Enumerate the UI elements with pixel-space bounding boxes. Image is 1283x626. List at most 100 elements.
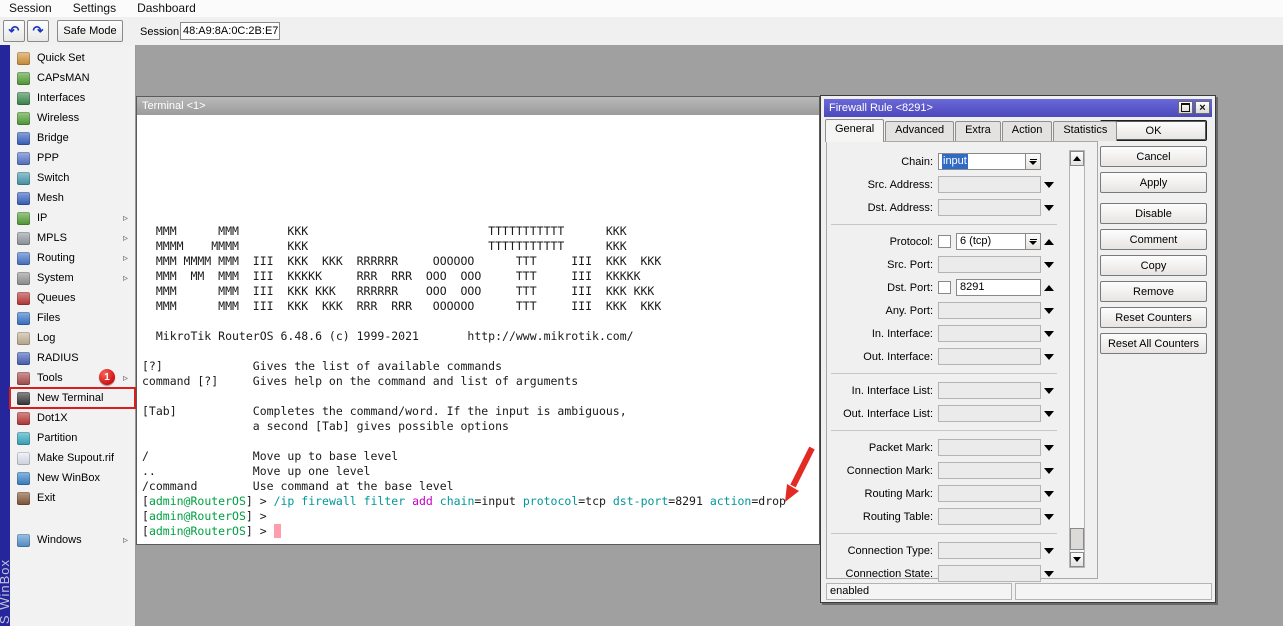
in-interface-field[interactable] <box>938 325 1041 342</box>
sidebar-item-wireless[interactable]: Wireless <box>10 108 135 128</box>
sidebar-item-bridge[interactable]: Bridge <box>10 128 135 148</box>
in-interface-list-field[interactable] <box>938 382 1041 399</box>
terminal-line <box>142 164 819 179</box>
sidebar-item-quick-set[interactable]: Quick Set <box>10 48 135 68</box>
connection-type-down-arrow-icon[interactable] <box>1041 548 1057 554</box>
dst-address-field[interactable] <box>938 199 1041 216</box>
tab-action[interactable]: Action <box>1002 121 1053 141</box>
safe-mode-button[interactable]: Safe Mode <box>57 20 123 42</box>
dst-address-down-arrow-icon[interactable] <box>1041 205 1057 211</box>
dst-port-checkbox[interactable] <box>938 281 951 294</box>
protocol-dropdown-icon[interactable] <box>1026 233 1041 250</box>
protocol-up-arrow-icon[interactable] <box>1041 239 1057 245</box>
scroll-up-icon[interactable] <box>1070 151 1084 166</box>
reset-all-counters-button[interactable]: Reset All Counters <box>1100 333 1207 354</box>
out-interface-list-field[interactable] <box>938 405 1041 422</box>
copy-button[interactable]: Copy <box>1100 255 1207 276</box>
dialog-title-bar[interactable]: Firewall Rule <8291> <box>824 99 1212 117</box>
in-interface-down-arrow-icon[interactable] <box>1041 331 1057 337</box>
sidebar-item-routing[interactable]: Routing <box>10 248 135 268</box>
sidebar-item-ppp[interactable]: PPP <box>10 148 135 168</box>
routing-table-field[interactable] <box>938 508 1041 525</box>
dst-port-field[interactable]: 8291 <box>956 279 1041 296</box>
routing-icon <box>17 252 30 265</box>
sidebar-item-partition[interactable]: Partition <box>10 428 135 448</box>
sidebar-item-make-supout-rif[interactable]: Make Supout.rif <box>10 448 135 468</box>
menu-session[interactable]: Session <box>0 0 64 17</box>
terminal-line: MMM MM MMM III KKKKK RRR RRR OOO OOO TTT… <box>142 269 819 284</box>
dst-port-up-arrow-icon[interactable] <box>1041 285 1057 291</box>
src-address-field[interactable] <box>938 176 1041 193</box>
in-interface-label: In. Interface: <box>831 328 938 340</box>
comment-button[interactable]: Comment <box>1100 229 1207 250</box>
protocol-field[interactable]: 6 (tcp) <box>956 233 1026 250</box>
packet-mark-field[interactable] <box>938 439 1041 456</box>
routing-mark-field[interactable] <box>938 485 1041 502</box>
in-interface-list-down-arrow-icon[interactable] <box>1041 388 1057 394</box>
tab-general[interactable]: General <box>825 119 884 142</box>
sidebar-item-interfaces[interactable]: Interfaces <box>10 88 135 108</box>
src-port-field[interactable] <box>938 256 1041 273</box>
sidebar-item-windows[interactable]: Windows <box>10 530 135 550</box>
sidebar-item-system[interactable]: System <box>10 268 135 288</box>
sidebar-item-queues[interactable]: Queues <box>10 288 135 308</box>
src-port-down-arrow-icon[interactable] <box>1041 262 1057 268</box>
panel-scrollbar[interactable] <box>1069 150 1085 568</box>
scrollbar-thumb[interactable] <box>1070 528 1084 550</box>
sidebar-item-new-winbox[interactable]: New WinBox <box>10 468 135 488</box>
out-interface-field[interactable] <box>938 348 1041 365</box>
connection-mark-down-arrow-icon[interactable] <box>1041 468 1057 474</box>
terminal-body[interactable]: MMM MMM KKK TTTTTTTTTTT KKK MMMM MMMM KK… <box>137 115 819 544</box>
menu-settings[interactable]: Settings <box>64 0 128 17</box>
routing-mark-down-arrow-icon[interactable] <box>1041 491 1057 497</box>
cancel-button[interactable]: Cancel <box>1100 146 1207 167</box>
sidebar-item-ip[interactable]: IP <box>10 208 135 228</box>
tab-extra[interactable]: Extra <box>955 121 1001 141</box>
tab-statistics[interactable]: Statistics <box>1053 121 1117 141</box>
reset-counters-button[interactable]: Reset Counters <box>1100 307 1207 328</box>
sidebar-item-radius[interactable]: RADIUS <box>10 348 135 368</box>
redo-button[interactable] <box>27 20 49 42</box>
src-port-label: Src. Port: <box>831 259 938 271</box>
apply-button[interactable]: Apply <box>1100 172 1207 193</box>
connection-type-field[interactable] <box>938 542 1041 559</box>
sidebar-item-label: Windows <box>37 534 123 546</box>
src-address-down-arrow-icon[interactable] <box>1041 182 1057 188</box>
connection-state-down-arrow-icon[interactable] <box>1041 571 1057 577</box>
tab-advanced[interactable]: Advanced <box>885 121 954 141</box>
sidebar-item-switch[interactable]: Switch <box>10 168 135 188</box>
capsman-icon <box>17 72 30 85</box>
sidebar-item-tools[interactable]: Tools1 <box>10 368 135 388</box>
sidebar-item-mesh[interactable]: Mesh <box>10 188 135 208</box>
terminal-line: MikroTik RouterOS 6.48.6 (c) 1999-2021 h… <box>142 329 819 344</box>
remove-button[interactable]: Remove <box>1100 281 1207 302</box>
chain-field[interactable]: input <box>938 153 1026 170</box>
connection-mark-field[interactable] <box>938 462 1041 479</box>
out-interface-down-arrow-icon[interactable] <box>1041 354 1057 360</box>
any-port-down-arrow-icon[interactable] <box>1041 308 1057 314</box>
protocol-checkbox[interactable] <box>938 235 951 248</box>
close-icon[interactable] <box>1195 101 1210 114</box>
sidebar-item-files[interactable]: Files <box>10 308 135 328</box>
sidebar-item-exit[interactable]: Exit <box>10 488 135 508</box>
sidebar-item-dot1x[interactable]: Dot1X <box>10 408 135 428</box>
terminal-title-bar[interactable]: Terminal <1> <box>137 97 819 115</box>
sidebar-item-capsman[interactable]: CAPsMAN <box>10 68 135 88</box>
out-interface-list-down-arrow-icon[interactable] <box>1041 411 1057 417</box>
radius-icon <box>17 352 30 365</box>
any-port-field[interactable] <box>938 302 1041 319</box>
scroll-down-icon[interactable] <box>1070 552 1084 567</box>
session-value-field[interactable]: 48:A9:8A:0C:2B:E7 <box>180 22 280 40</box>
packet-mark-down-arrow-icon[interactable] <box>1041 445 1057 451</box>
undo-button[interactable] <box>3 20 25 42</box>
chain-dropdown-icon[interactable] <box>1026 153 1041 170</box>
maximize-icon[interactable] <box>1178 101 1193 114</box>
menu-dashboard[interactable]: Dashboard <box>128 0 208 17</box>
sidebar-item-log[interactable]: Log <box>10 328 135 348</box>
sidebar-item-new-terminal[interactable]: New Terminal <box>10 388 135 408</box>
disable-button[interactable]: Disable <box>1100 203 1207 224</box>
connection-state-field[interactable] <box>938 565 1041 582</box>
sidebar-item-mpls[interactable]: MPLS <box>10 228 135 248</box>
routing-table-down-arrow-icon[interactable] <box>1041 514 1057 520</box>
terminal-output[interactable]: MMM MMM KKK TTTTTTTTTTT KKK MMMM MMMM KK… <box>137 115 819 539</box>
